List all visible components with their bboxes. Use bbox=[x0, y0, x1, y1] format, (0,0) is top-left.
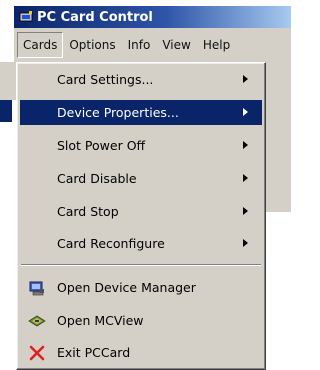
submenu-arrow-icon bbox=[243, 174, 248, 182]
submenu-arrow-icon bbox=[243, 75, 248, 83]
window-title: PC Card Control bbox=[37, 9, 153, 25]
exit-x-icon bbox=[28, 344, 46, 362]
menu-options[interactable]: Options bbox=[63, 33, 121, 57]
menu-item-card-settings[interactable]: Card Settings... bbox=[20, 67, 262, 92]
menu-item-device-properties[interactable]: Device Properties... bbox=[20, 100, 262, 125]
menu-item-label: Open Device Manager bbox=[57, 280, 196, 295]
submenu-arrow-icon bbox=[243, 141, 248, 149]
device-manager-icon bbox=[28, 279, 46, 297]
menu-info[interactable]: Info bbox=[122, 33, 157, 57]
menu-item-label: Open MCView bbox=[57, 313, 144, 328]
menu-separator bbox=[21, 264, 261, 266]
submenu-arrow-icon bbox=[243, 239, 248, 247]
menu-item-exit-pccard[interactable]: Exit PCCard bbox=[20, 340, 262, 365]
menu-item-slot-power-off[interactable]: Slot Power Off bbox=[20, 133, 262, 158]
menu-item-card-disable[interactable]: Card Disable bbox=[20, 166, 262, 191]
menu-item-label: Exit PCCard bbox=[57, 345, 131, 360]
menu-item-label: Slot Power Off bbox=[57, 138, 146, 153]
menu-item-label: Card Disable bbox=[57, 171, 137, 186]
selected-row-fragment bbox=[0, 100, 12, 122]
menu-item-card-reconfigure[interactable]: Card Reconfigure bbox=[20, 231, 262, 256]
menu-item-card-stop[interactable]: Card Stop bbox=[20, 199, 262, 224]
menu-item-label: Card Stop bbox=[57, 204, 119, 219]
menu-item-open-device-manager[interactable]: Open Device Manager bbox=[20, 275, 262, 300]
menu-item-label: Card Settings... bbox=[57, 72, 154, 87]
menu-cards[interactable]: Cards bbox=[17, 32, 64, 58]
submenu-arrow-icon bbox=[243, 207, 248, 215]
menu-item-label: Card Reconfigure bbox=[57, 236, 165, 251]
pc-card-app-icon bbox=[19, 10, 33, 24]
menu-help[interactable]: Help bbox=[197, 33, 236, 57]
cards-dropdown-menu: Card Settings... Device Properties... Sl… bbox=[16, 62, 266, 370]
menu-bar: Cards Options Info View Help bbox=[14, 28, 291, 63]
menu-item-label: Device Properties... bbox=[57, 105, 179, 120]
submenu-arrow-icon bbox=[243, 108, 248, 116]
title-bar[interactable]: PC Card Control bbox=[14, 6, 291, 28]
menu-view[interactable]: View bbox=[156, 33, 196, 57]
menu-item-open-mcview[interactable]: Open MCView bbox=[20, 308, 262, 333]
mcview-icon bbox=[28, 312, 46, 330]
